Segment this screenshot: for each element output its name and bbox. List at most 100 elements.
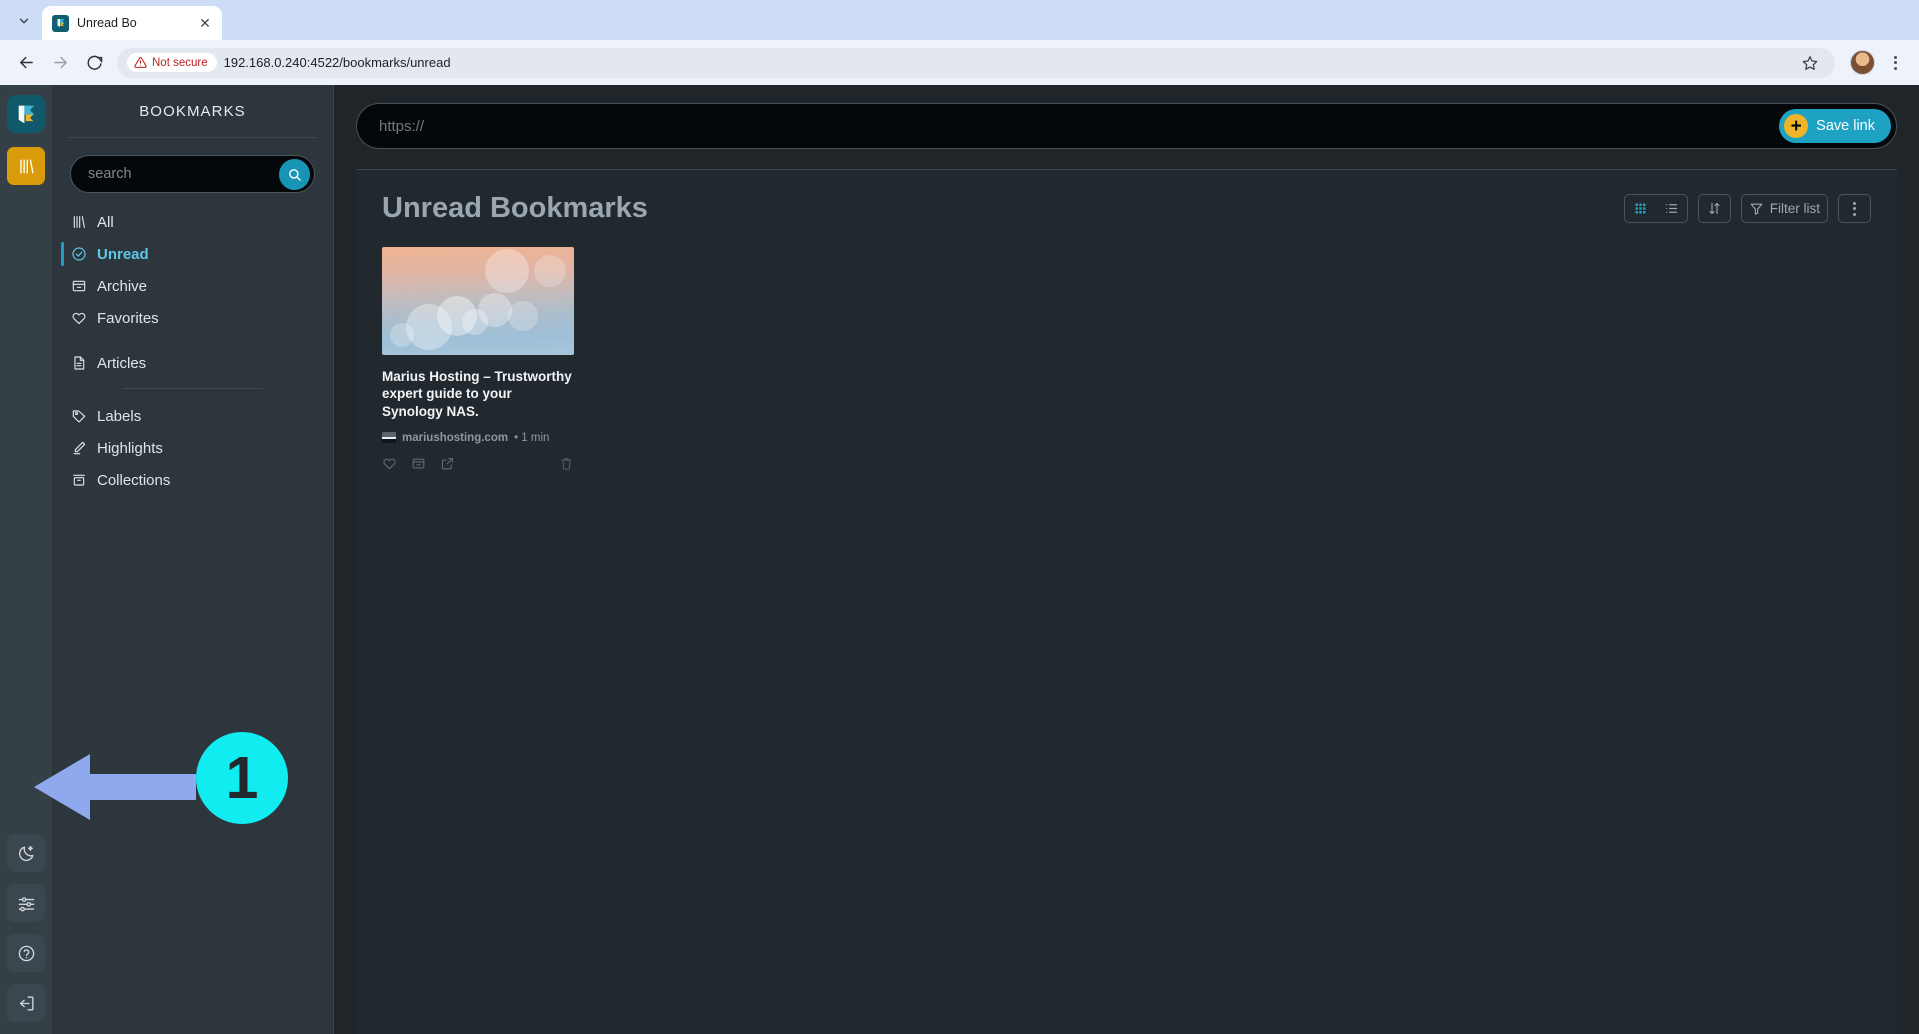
- bookmark-read-time: • 1 min: [514, 431, 550, 444]
- sort-button[interactable]: [1699, 195, 1730, 222]
- filter-list-label: Filter list: [1769, 201, 1820, 216]
- search-box[interactable]: [70, 155, 315, 193]
- bookmark-card[interactable]: Marius Hosting – Trustworthy expert guid…: [382, 247, 574, 476]
- sidebar-item-label: Archive: [97, 277, 148, 295]
- open-external-button[interactable]: [440, 456, 455, 476]
- sidebar-item-collections[interactable]: Collections: [52, 467, 333, 493]
- open-external-icon: [441, 457, 454, 470]
- heart-icon: [383, 458, 396, 470]
- save-link-button[interactable]: + Save link: [1779, 109, 1891, 143]
- more-options-group: [1838, 194, 1871, 223]
- sort-group: [1697, 194, 1731, 223]
- view-mode-group: [1623, 194, 1688, 223]
- books-icon: [19, 158, 34, 174]
- question-circle-icon: [18, 945, 34, 961]
- bookmark-title[interactable]: Marius Hosting – Trustworthy expert guid…: [382, 368, 574, 420]
- save-link-bar: + Save link: [356, 103, 1897, 149]
- sidebar-item-label: Articles: [97, 354, 147, 372]
- tab-title: Unread Bo: [77, 16, 137, 30]
- dark-mode-toggle[interactable]: [7, 834, 45, 872]
- sidebar-item-archive[interactable]: Archive: [52, 273, 333, 299]
- search-input[interactable]: [88, 166, 279, 182]
- archive-button[interactable]: [411, 456, 426, 476]
- site-favicon: [382, 432, 396, 444]
- browser-menu-button[interactable]: [1881, 49, 1909, 77]
- help-button[interactable]: [7, 934, 45, 972]
- sliders-icon: [18, 896, 34, 911]
- bookmark-star-button[interactable]: [1797, 50, 1823, 76]
- readeck-favicon: [52, 14, 69, 32]
- address-bar[interactable]: Not secure 192.168.0.240:4522/bookmarks/…: [117, 47, 1835, 78]
- main-area: + Save link Unread Bookmarks: [334, 85, 1919, 1034]
- list-view-button[interactable]: [1656, 195, 1687, 222]
- sidebar-search: [52, 138, 333, 193]
- save-link-label: Save link: [1816, 118, 1875, 134]
- chevron-down-icon: [19, 18, 29, 24]
- bookmarks-panel: Unread Bookmarks Filter list Marius Host…: [356, 169, 1897, 1034]
- sidebar-item-label: Favorites: [97, 309, 159, 327]
- sidebar-item-all[interactable]: All: [52, 209, 333, 235]
- filter-list-button[interactable]: Filter list: [1742, 195, 1827, 222]
- sort-icon: [1709, 202, 1720, 215]
- browser-window: Unread Bo ✕ Not secure 192.168.0.240:452…: [0, 0, 1919, 1034]
- funnel-icon: [1750, 203, 1763, 215]
- sidebar-item-labels[interactable]: Labels: [52, 403, 333, 429]
- grid-view-icon: [1635, 203, 1646, 214]
- readeck-favicon-glyph: [57, 19, 64, 27]
- sidebar: BOOKMARKS All Unread: [52, 85, 334, 1034]
- panel-toolbar: Filter list: [1623, 194, 1871, 223]
- plus-icon: +: [1784, 114, 1809, 138]
- bokeh-circle: [534, 255, 566, 287]
- delete-icon: [561, 458, 572, 470]
- archive-icon: [412, 458, 425, 469]
- icon-rail: [0, 85, 52, 1034]
- pen-highlight-icon: [70, 440, 87, 457]
- back-button[interactable]: [10, 47, 42, 79]
- browser-tab[interactable]: Unread Bo ✕: [42, 6, 222, 40]
- sidebar-item-label: All: [97, 213, 114, 231]
- favorite-button[interactable]: [382, 456, 397, 476]
- tab-close-button[interactable]: ✕: [196, 14, 214, 32]
- profile-avatar[interactable]: [1850, 50, 1875, 75]
- sidebar-item-label: Unread: [97, 245, 149, 263]
- sidebar-item-favorites[interactable]: Favorites: [52, 305, 333, 331]
- settings-button[interactable]: [7, 884, 45, 922]
- archive-box-icon: [70, 278, 87, 295]
- panel-header: Unread Bookmarks Filter list: [382, 192, 1871, 225]
- list-view-icon: [1665, 204, 1677, 213]
- bokeh-circle: [390, 323, 414, 347]
- bookmark-star-icon: [1802, 55, 1818, 70]
- search-submit-button[interactable]: [279, 158, 310, 190]
- tab-search-button[interactable]: [10, 7, 38, 35]
- bokeh-circle: [485, 249, 529, 293]
- delete-button[interactable]: [559, 456, 574, 476]
- check-circle-icon: [70, 246, 87, 263]
- moon-icon: [18, 845, 34, 861]
- books-icon: [70, 214, 87, 231]
- sidebar-nav: All Unread Archive Favorites Articles La…: [52, 193, 333, 499]
- reload-icon: [87, 55, 102, 70]
- bookmark-meta: mariushosting.com • 1 min: [382, 432, 574, 444]
- forward-button[interactable]: [44, 47, 76, 79]
- security-badge[interactable]: Not secure: [127, 53, 217, 72]
- readeck-logo-glyph: [18, 105, 34, 123]
- security-label: Not secure: [152, 56, 208, 69]
- more-options-button[interactable]: [1839, 195, 1870, 222]
- bookmark-actions: [382, 456, 574, 476]
- readeck-logo[interactable]: [7, 95, 45, 133]
- logout-button[interactable]: [7, 984, 45, 1022]
- back-arrow-icon: [19, 56, 33, 69]
- logout-icon: [19, 995, 34, 1011]
- collection-box-icon: [70, 472, 87, 489]
- sidebar-item-unread[interactable]: Unread: [52, 241, 333, 267]
- bookmarks-library-button[interactable]: [7, 147, 45, 185]
- sidebar-item-articles[interactable]: Articles: [52, 350, 333, 376]
- save-link-input[interactable]: [379, 117, 1780, 135]
- sidebar-item-highlights[interactable]: Highlights: [52, 435, 333, 461]
- bookmark-thumbnail[interactable]: [382, 247, 574, 355]
- search-icon: [289, 168, 301, 181]
- document-icon: [70, 355, 87, 372]
- reload-button[interactable]: [78, 47, 110, 79]
- grid-view-button[interactable]: [1625, 195, 1656, 222]
- url-text: 192.168.0.240:4522/bookmarks/unread: [223, 55, 451, 70]
